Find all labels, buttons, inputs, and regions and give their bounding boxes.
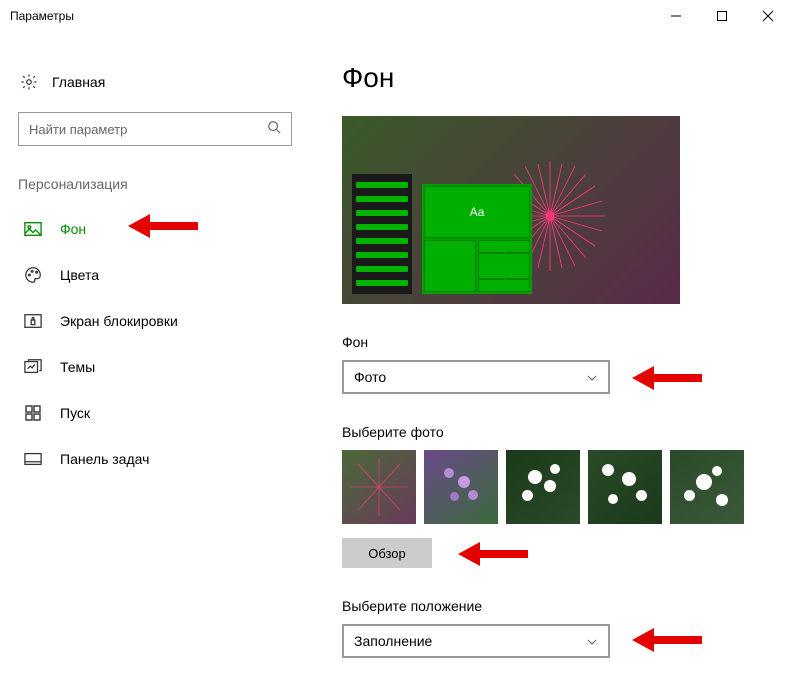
lock-screen-icon xyxy=(24,312,42,330)
chevron-down-icon xyxy=(586,371,598,383)
sidebar-item-label: Цвета xyxy=(60,267,99,283)
home-label: Главная xyxy=(52,74,105,90)
gear-icon xyxy=(20,73,38,91)
palette-icon xyxy=(24,266,42,284)
start-icon xyxy=(24,404,42,422)
sidebar-item-themes[interactable]: Темы xyxy=(12,344,308,390)
minimize-button[interactable] xyxy=(653,0,699,32)
window-title: Параметры xyxy=(10,9,74,23)
search-input[interactable] xyxy=(29,122,267,137)
sidebar-item-start[interactable]: Пуск xyxy=(12,390,308,436)
photo-thumb[interactable] xyxy=(506,450,580,524)
close-button[interactable] xyxy=(745,0,791,32)
combo-value: Заполнение xyxy=(354,633,432,649)
browse-button-label: Обзор xyxy=(368,546,406,561)
chevron-down-icon xyxy=(586,635,598,647)
sidebar-item-taskbar[interactable]: Панель задач xyxy=(12,436,308,482)
taskbar-icon xyxy=(24,450,42,468)
background-type-combo[interactable]: Фото xyxy=(342,360,610,394)
photo-thumb[interactable] xyxy=(342,450,416,524)
section-header: Персонализация xyxy=(12,170,308,206)
sidebar-item-colors[interactable]: Цвета xyxy=(12,252,308,298)
photo-thumb[interactable] xyxy=(424,450,498,524)
annotation-arrow xyxy=(456,540,528,568)
photo-thumb[interactable] xyxy=(588,450,662,524)
maximize-button[interactable] xyxy=(699,0,745,32)
fit-combo[interactable]: Заполнение xyxy=(342,624,610,658)
window-controls xyxy=(653,0,791,32)
choose-photo-label: Выберите фото xyxy=(342,424,771,440)
sidebar: Главная Персонализация Фон Цвета Э xyxy=(0,62,308,658)
sidebar-item-label: Пуск xyxy=(60,405,90,421)
photo-thumbnails xyxy=(342,450,771,524)
sidebar-item-label: Панель задач xyxy=(60,451,149,467)
home-link[interactable]: Главная xyxy=(12,62,308,102)
picture-icon xyxy=(24,220,42,238)
combo-value: Фото xyxy=(354,369,386,385)
search-box[interactable] xyxy=(18,112,292,146)
background-type-label: Фон xyxy=(342,334,771,350)
annotation-arrow xyxy=(630,364,702,392)
preview-tile-text: Aa xyxy=(424,186,530,238)
browse-button[interactable]: Обзор xyxy=(342,538,432,568)
sidebar-item-label: Фон xyxy=(60,221,86,237)
sidebar-item-lockscreen[interactable]: Экран блокировки xyxy=(12,298,308,344)
search-icon xyxy=(267,120,281,139)
annotation-arrow xyxy=(630,626,702,654)
page-title: Фон xyxy=(342,62,771,94)
desktop-preview: Aa xyxy=(342,116,680,304)
main-content: Фон Aa Фон Фото xyxy=(308,62,791,658)
annotation-arrow xyxy=(126,212,198,240)
sidebar-item-label: Темы xyxy=(60,359,95,375)
photo-thumb[interactable] xyxy=(670,450,744,524)
sidebar-item-label: Экран блокировки xyxy=(60,313,178,329)
themes-icon xyxy=(24,358,42,376)
fit-label: Выберите положение xyxy=(342,598,771,614)
